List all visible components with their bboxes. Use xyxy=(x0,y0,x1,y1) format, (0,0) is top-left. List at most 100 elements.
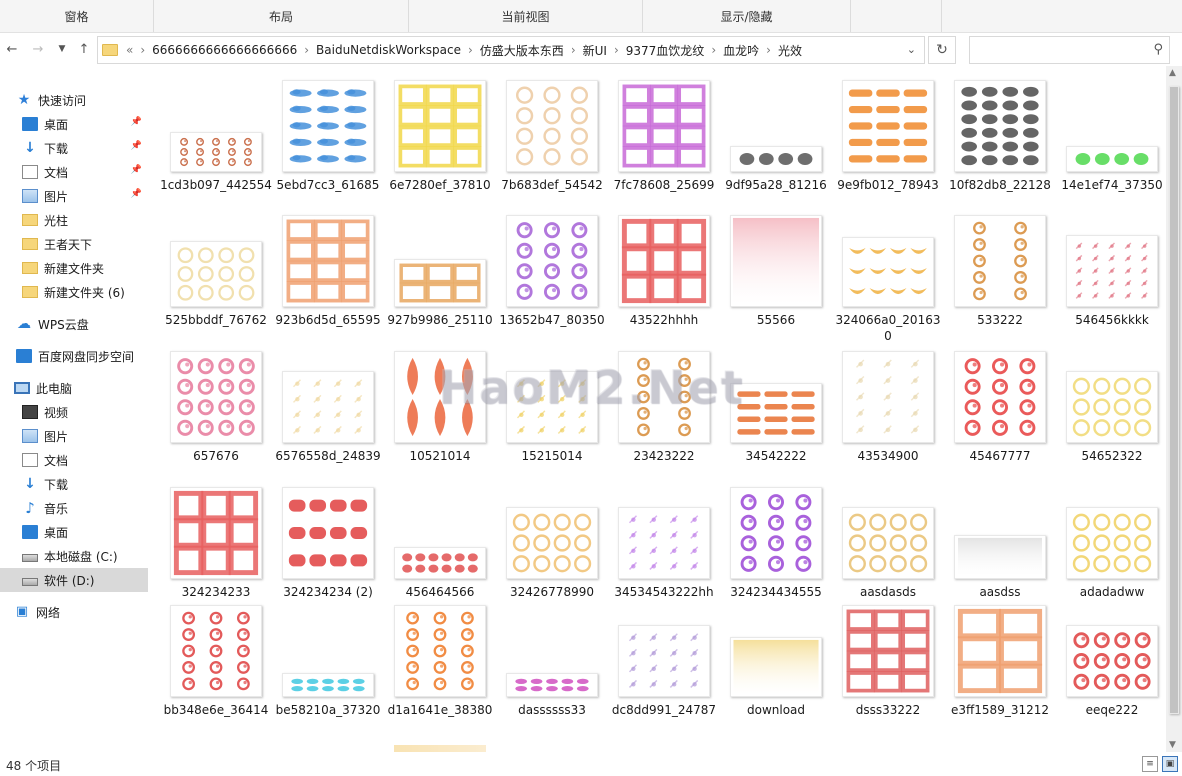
scroll-up-icon[interactable]: ▲ xyxy=(1169,68,1176,78)
forward-arrow-icon[interactable]: → xyxy=(30,41,46,57)
breadcrumb-overflow[interactable]: « xyxy=(126,43,133,57)
file-item[interactable]: 32426778990 xyxy=(496,487,598,619)
sidebar-item[interactable]: ↓ 下载 📌 xyxy=(0,136,148,160)
up-arrow-icon[interactable]: ↑ xyxy=(76,41,92,57)
sidebar-item[interactable]: 新建文件夹 xyxy=(0,256,148,280)
file-item[interactable]: aasdss xyxy=(944,487,1046,619)
file-item[interactable]: aasdasds xyxy=(832,487,934,619)
pin-icon[interactable]: 📌 xyxy=(131,165,142,175)
breadcrumb-item[interactable]: BaiduNetdiskWorkspace xyxy=(316,43,461,57)
file-item[interactable]: 1cd3b097_442554 xyxy=(160,80,272,212)
file-item[interactable]: 324234234 (2) xyxy=(272,487,374,619)
thumbnail-mark xyxy=(1002,141,1019,152)
large-icons-view-icon[interactable]: ▣ xyxy=(1162,756,1178,772)
sidebar-item[interactable]: 本地磁盘 (C:) xyxy=(0,544,148,568)
file-item[interactable]: 54652322 xyxy=(1056,351,1158,483)
file-item[interactable]: 14e1ef74_37350 xyxy=(1056,80,1163,212)
file-item[interactable]: 324234434555 xyxy=(720,487,822,619)
thumbnail-mark xyxy=(901,630,930,652)
file-item[interactable]: 5ebd7cc3_61685 xyxy=(272,80,379,212)
file-item[interactable]: 456464566 xyxy=(384,487,486,619)
file-item[interactable]: 15215014 xyxy=(496,351,598,483)
file-item[interactable]: 45467777 xyxy=(944,351,1046,483)
sidebar-item[interactable]: 新建文件夹 (6) xyxy=(0,280,148,304)
sidebar-item[interactable]: 桌面 📌 xyxy=(0,112,148,136)
file-item[interactable]: bb348e6e_36414 xyxy=(160,605,268,737)
file-item[interactable]: 34534543222hh xyxy=(608,487,714,619)
file-item[interactable]: 43534900 xyxy=(832,351,934,483)
file-item[interactable]: dassssss33 xyxy=(496,605,598,737)
address-bar[interactable]: « › 6666666666666666666 › BaiduNetdiskWo… xyxy=(97,36,925,64)
file-item[interactable]: 43522hhhh xyxy=(608,215,710,347)
file-item[interactable]: 7b683def_54542 xyxy=(496,80,603,212)
breadcrumb-item[interactable]: 光效 xyxy=(778,42,802,59)
breadcrumb-item[interactable]: 6666666666666666666 xyxy=(152,43,297,57)
file-item[interactable]: 7fc78608_25699 xyxy=(608,80,714,212)
sidebar-item[interactable]: 桌面 xyxy=(0,520,148,544)
sidebar-item[interactable]: 软件 (D:) xyxy=(0,568,148,592)
ribbon-tab-pane[interactable]: 窗格 xyxy=(0,0,154,32)
details-view-icon[interactable]: ≡ xyxy=(1142,756,1158,772)
file-item[interactable]: dsss33222 xyxy=(832,605,934,737)
sidebar-item[interactable]: 光柱 xyxy=(0,208,148,232)
file-item[interactable]: 9e9fb012_78943 xyxy=(832,80,939,212)
file-item[interactable]: e3ff1589_31212 xyxy=(944,605,1049,737)
file-item[interactable]: be58210a_37320 xyxy=(272,605,380,737)
sidebar-item[interactable]: ♪ 音乐 xyxy=(0,496,148,520)
breadcrumb-item[interactable]: 血龙吟 xyxy=(723,42,759,59)
pin-icon[interactable]: 📌 xyxy=(131,189,142,199)
sidebar-item[interactable]: 百度网盘同步空间 xyxy=(0,344,148,368)
file-item[interactable]: 13652b47_80350 xyxy=(496,215,605,347)
file-item[interactable]: 657676 xyxy=(160,351,262,483)
pin-icon[interactable]: 📌 xyxy=(131,117,142,127)
recent-chevron-icon[interactable]: ▼ xyxy=(54,41,70,57)
sidebar-item[interactable]: ↓ 下载 xyxy=(0,472,148,496)
ribbon-tab-current-view[interactable]: 当前视图 xyxy=(409,0,643,32)
back-arrow-icon[interactable]: ← xyxy=(4,41,20,57)
breadcrumb-item[interactable]: 9377血饮龙纹 xyxy=(626,42,705,59)
file-item[interactable]: d1a1641e_38380 xyxy=(384,605,492,737)
scroll-thumb[interactable] xyxy=(1169,86,1179,714)
file-item[interactable]: 533222 xyxy=(944,215,1046,347)
file-item[interactable]: eeqe222 xyxy=(1056,605,1158,737)
file-item[interactable]: 10f82db8_22128 xyxy=(944,80,1051,212)
file-item[interactable]: 34542222 xyxy=(720,351,822,483)
file-item[interactable]: 324066a0_201630 xyxy=(832,215,940,347)
breadcrumb-item[interactable]: 仿盛大版本东西 xyxy=(480,42,564,59)
file-item[interactable]: 55566 xyxy=(720,215,822,347)
sidebar-item[interactable]: 视频 xyxy=(0,400,148,424)
breadcrumb-item[interactable]: 新UI xyxy=(583,42,607,59)
file-item[interactable]: 923b6d5d_65595 xyxy=(272,215,381,347)
sidebar-item[interactable]: ▣ 网络 xyxy=(0,600,148,624)
file-item[interactable]: 927b9986_25110 xyxy=(384,215,493,347)
search-box[interactable]: ⚲ xyxy=(969,36,1170,64)
file-item[interactable]: 10521014 xyxy=(384,351,486,483)
file-item[interactable]: 6e7280ef_37810 xyxy=(384,80,491,212)
file-item[interactable]: dc8dd991_24787 xyxy=(608,605,716,737)
sidebar-item[interactable]: 此电脑 xyxy=(0,376,148,400)
file-item[interactable]: 546456kkkk xyxy=(1056,215,1158,347)
sidebar-item[interactable]: ★ 快速访问 xyxy=(0,88,148,112)
file-item[interactable]: 525bbddf_76762 xyxy=(160,215,267,347)
address-dropdown-icon[interactable]: ⌄ xyxy=(907,43,916,56)
search-icon[interactable]: ⚲ xyxy=(1153,42,1163,57)
file-item[interactable]: 6576558d_24839 xyxy=(272,351,381,483)
sidebar-item[interactable]: 王者天下 xyxy=(0,232,148,256)
file-item[interactable]: 9df95a28_81216 xyxy=(720,80,827,212)
sidebar-item[interactable]: 图片 📌 xyxy=(0,184,148,208)
vertical-scrollbar[interactable]: ▲ ▼ xyxy=(1166,66,1182,752)
file-item[interactable]: 324234233 xyxy=(160,487,262,619)
sidebar-item[interactable]: 文档 xyxy=(0,448,148,472)
refresh-button[interactable]: ↻ xyxy=(928,36,956,64)
sidebar-item[interactable]: 文档 📌 xyxy=(0,160,148,184)
pin-icon[interactable]: 📌 xyxy=(131,141,142,151)
file-item[interactable]: download xyxy=(720,605,822,737)
ribbon-tab-layout[interactable]: 布局 xyxy=(154,0,409,32)
ribbon-tab-show-hide[interactable]: 显示/隐藏 xyxy=(643,0,851,32)
file-item[interactable]: 23423222 xyxy=(608,351,710,483)
file-item[interactable]: adadadww xyxy=(1056,487,1158,619)
scroll-down-icon[interactable]: ▼ xyxy=(1169,740,1176,750)
sidebar-item[interactable]: ☁ WPS云盘 xyxy=(0,312,148,336)
sidebar-item[interactable]: 图片 xyxy=(0,424,148,448)
search-input[interactable] xyxy=(974,41,1148,61)
